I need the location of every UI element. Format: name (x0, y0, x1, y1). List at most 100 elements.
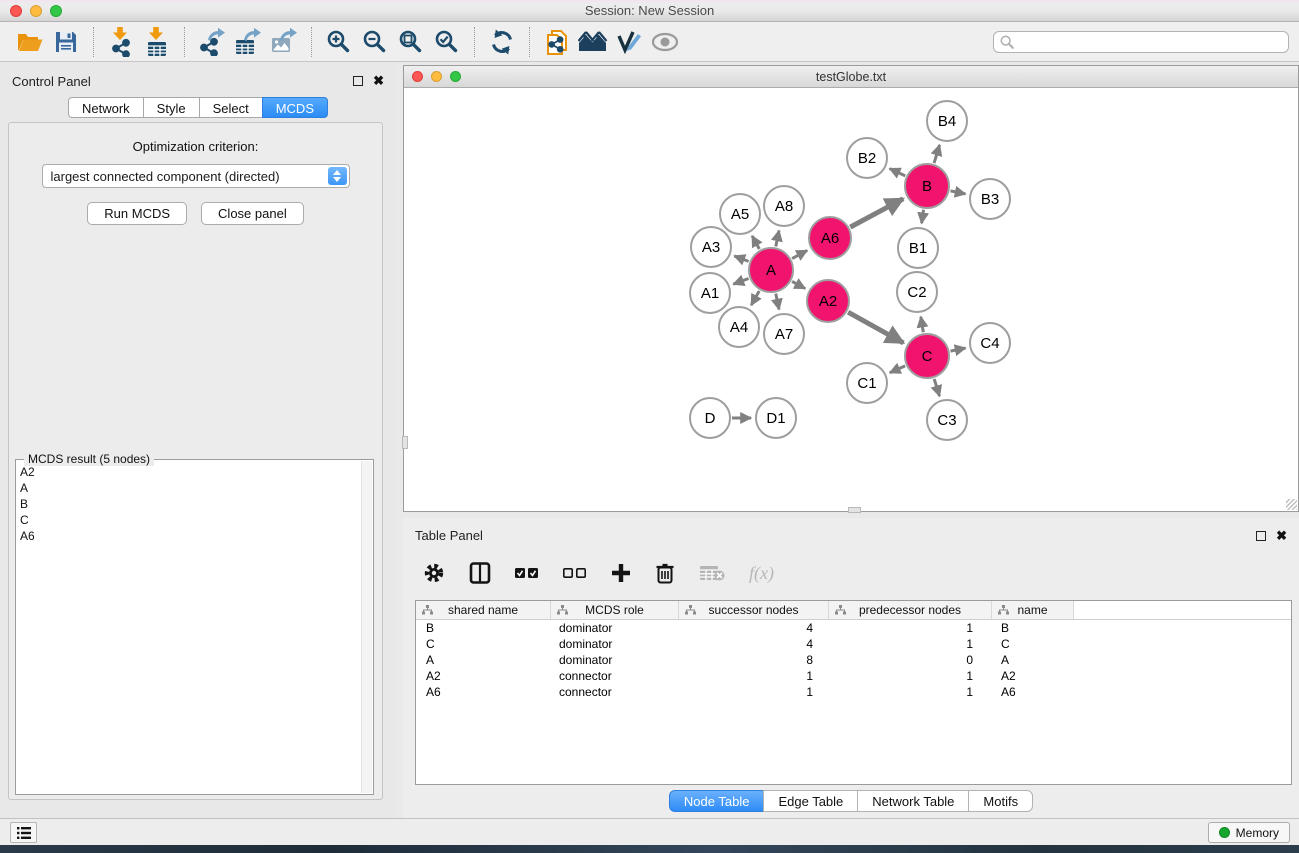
node-A1[interactable]: A1 (690, 273, 730, 313)
edge-A-A5[interactable] (752, 236, 759, 249)
node-A6[interactable]: A6 (809, 217, 851, 259)
edge-A-A7[interactable] (776, 294, 779, 310)
result-item[interactable]: A (20, 480, 369, 496)
node-A[interactable]: A (749, 248, 793, 292)
result-scrollbar[interactable] (361, 461, 372, 793)
table-row[interactable]: A2connector11A2 (416, 668, 1291, 684)
resize-handle[interactable] (1286, 499, 1297, 510)
node-C2[interactable]: C2 (897, 272, 937, 312)
column-header-predecessor-nodes[interactable]: predecessor nodes (829, 601, 992, 619)
tab-network-table[interactable]: Network Table (857, 790, 969, 812)
columns-icon[interactable] (469, 558, 491, 588)
edge-A-A6[interactable] (792, 250, 807, 258)
open-file-icon[interactable] (12, 26, 48, 58)
edge-C-C2[interactable] (921, 317, 923, 333)
edge-C-C4[interactable] (951, 348, 966, 351)
trash-icon[interactable] (655, 558, 675, 588)
node-A4[interactable]: A4 (719, 307, 759, 347)
houses-icon[interactable] (575, 26, 611, 58)
float-panel-icon[interactable] (1256, 531, 1266, 541)
result-item[interactable]: A2 (20, 464, 369, 480)
tab-mcds[interactable]: MCDS (262, 97, 328, 118)
splitter-grip[interactable] (402, 436, 408, 449)
node-A5[interactable]: A5 (720, 194, 760, 234)
table-row[interactable]: Adominator80A (416, 652, 1291, 668)
edge-A-A4[interactable] (751, 291, 759, 305)
node-B2[interactable]: B2 (847, 138, 887, 178)
eye-icon[interactable] (647, 26, 683, 58)
network-canvas[interactable]: B4 B2 B B3 A8A5 A6 A3 B1 A A1 C2 A2 A4A7 C4 C C1 D D1 C3 (404, 89, 1298, 511)
node-D1[interactable]: D1 (756, 398, 796, 438)
node-table[interactable]: shared nameMCDS rolesuccessor nodesprede… (415, 600, 1292, 785)
run-mcds-button[interactable]: Run MCDS (87, 202, 187, 225)
zoom-selected-icon[interactable] (429, 26, 465, 58)
new-network-from-selection-icon[interactable] (539, 26, 575, 58)
node-D[interactable]: D (690, 398, 730, 438)
close-panel-icon[interactable]: ✖ (373, 76, 384, 86)
node-A3[interactable]: A3 (691, 227, 731, 267)
node-A2[interactable]: A2 (807, 280, 849, 322)
add-icon[interactable] (611, 558, 631, 588)
import-table-icon[interactable] (139, 26, 175, 58)
edge-A2-C[interactable] (848, 312, 903, 343)
select-all-icon[interactable] (515, 558, 539, 588)
edge-A6-B[interactable] (850, 199, 903, 227)
close-panel-icon[interactable]: ✖ (1276, 531, 1287, 541)
memory-button[interactable]: Memory (1208, 822, 1290, 843)
tab-motifs[interactable]: Motifs (968, 790, 1033, 812)
node-B1[interactable]: B1 (898, 228, 938, 268)
edge-A-A3[interactable] (734, 256, 748, 261)
result-item[interactable]: A6 (20, 528, 369, 544)
zoom-fit-icon[interactable] (393, 26, 429, 58)
search-input[interactable] (993, 31, 1289, 53)
edge-C-C1[interactable] (890, 366, 905, 373)
edge-B-B3[interactable] (951, 191, 966, 194)
node-B4[interactable]: B4 (927, 101, 967, 141)
network-window-titlebar[interactable]: testGlobe.txt (404, 66, 1298, 88)
close-panel-button[interactable]: Close panel (201, 202, 304, 225)
mcds-result-list[interactable]: A2ABCA6 (16, 460, 373, 548)
gear-icon[interactable] (423, 558, 445, 588)
edge-B-B1[interactable] (922, 210, 924, 224)
node-C4[interactable]: C4 (970, 323, 1010, 363)
column-header-name[interactable]: name (992, 601, 1074, 619)
float-panel-icon[interactable] (353, 76, 363, 86)
column-header-shared-name[interactable]: shared name (416, 601, 551, 619)
node-C[interactable]: C (905, 334, 949, 378)
node-A7[interactable]: A7 (764, 314, 804, 354)
table-row[interactable]: A6connector11A6 (416, 684, 1291, 700)
table-row[interactable]: Cdominator41C (416, 636, 1291, 652)
node-C1[interactable]: C1 (847, 363, 887, 403)
node-A8[interactable]: A8 (764, 186, 804, 226)
edge-B-B4[interactable] (934, 145, 940, 163)
save-session-icon[interactable] (48, 26, 84, 58)
zoom-out-icon[interactable] (357, 26, 393, 58)
tab-network[interactable]: Network (68, 97, 144, 118)
zoom-in-icon[interactable] (321, 26, 357, 58)
task-history-button[interactable] (10, 822, 37, 843)
check-pen-icon[interactable] (611, 26, 647, 58)
column-header-mcds-role[interactable]: MCDS role (551, 601, 679, 619)
column-header-successor-nodes[interactable]: successor nodes (679, 601, 829, 619)
tab-edge-table[interactable]: Edge Table (763, 790, 858, 812)
edge-A-A1[interactable] (733, 278, 748, 284)
refresh-icon[interactable] (484, 26, 520, 58)
criterion-dropdown[interactable]: largest connected component (directed) (42, 164, 350, 188)
splitter-grip[interactable] (848, 507, 861, 513)
table-row[interactable]: Bdominator41B (416, 620, 1291, 636)
edge-A-A2[interactable] (792, 281, 805, 288)
edge-C-C3[interactable] (934, 379, 939, 396)
node-B[interactable]: B (905, 164, 949, 208)
edge-A-A8[interactable] (776, 230, 779, 246)
export-image-icon[interactable] (266, 26, 302, 58)
node-C3[interactable]: C3 (927, 400, 967, 440)
export-network-icon[interactable] (194, 26, 230, 58)
tab-node-table[interactable]: Node Table (669, 790, 765, 812)
clear-selection-icon[interactable] (563, 558, 587, 588)
import-network-icon[interactable] (103, 26, 139, 58)
node-B3[interactable]: B3 (970, 179, 1010, 219)
export-table-icon[interactable] (230, 26, 266, 58)
tab-select[interactable]: Select (199, 97, 263, 118)
result-item[interactable]: B (20, 496, 369, 512)
result-item[interactable]: C (20, 512, 369, 528)
